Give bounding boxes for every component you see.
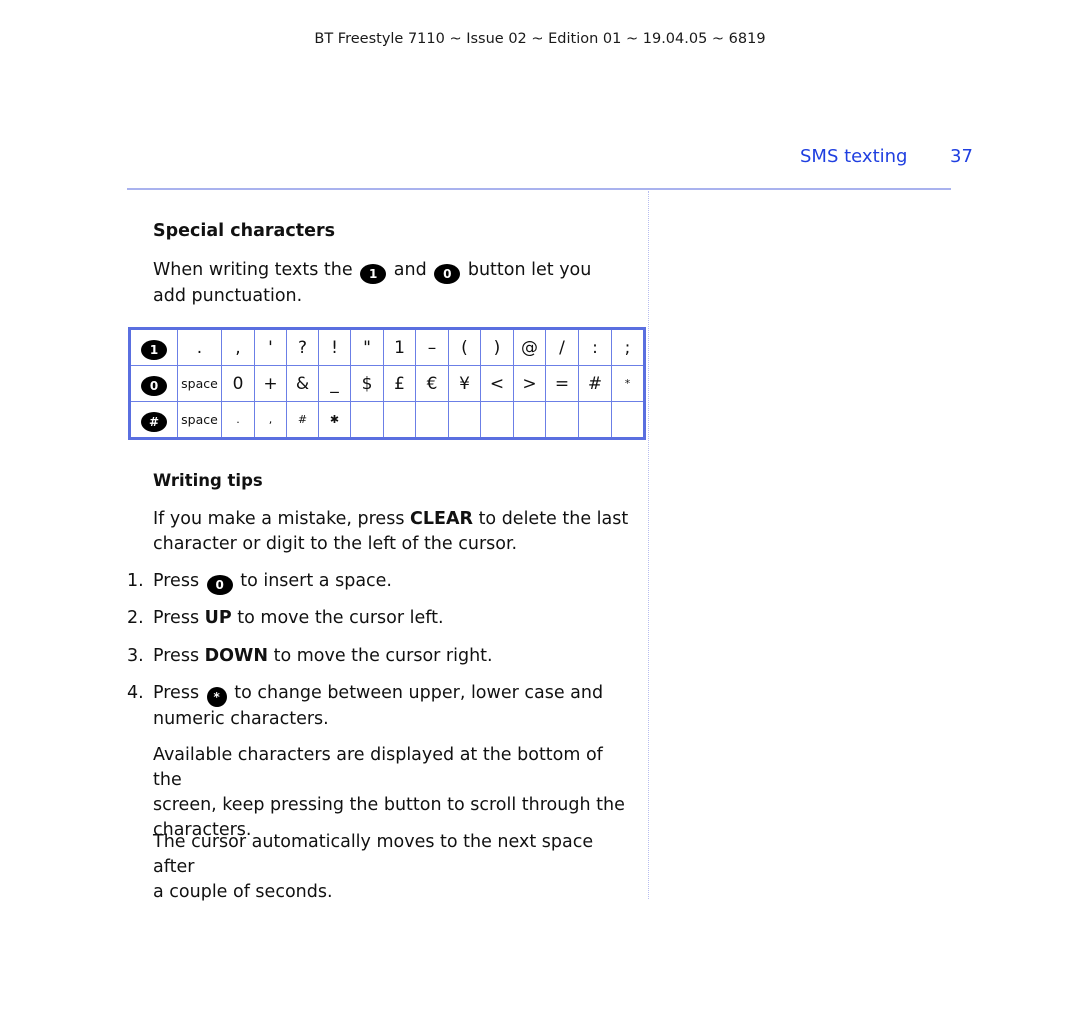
char-cell: +: [254, 365, 287, 402]
char-cell: 1: [383, 328, 416, 366]
char-cell: [480, 401, 514, 439]
intro-text: and: [393, 260, 427, 280]
special-characters-table: 1., '?! " 1–() @ /:; 0 space 0 + & _ $ £ € ¥ < > = # * # space…: [128, 327, 646, 440]
available-characters-paragraph: Available characters are displayed at th…: [153, 743, 633, 843]
tip-step: 2. Press UP to move the cursor left.: [127, 606, 444, 631]
char-cell: #: [578, 365, 612, 402]
char-cell: ,: [254, 401, 287, 439]
tip-step: 1. Press 0 to insert a space.: [127, 569, 392, 595]
char-cell: ): [480, 328, 514, 366]
char-cell: _: [318, 365, 351, 402]
text: to insert a space.: [240, 571, 392, 591]
char-cell: €: [415, 365, 449, 402]
char-cell: !: [318, 328, 351, 366]
tip-step: 3. Press DOWN to move the cursor right.: [127, 644, 493, 669]
char-table-row: # space., # ✱: [129, 401, 645, 439]
char-cell: [415, 401, 449, 439]
char-cell: ?: [286, 328, 319, 366]
intro-text: When writing texts the: [153, 260, 353, 280]
char-cell: space: [177, 401, 222, 439]
header-rule: [127, 188, 951, 190]
text: screen, keep pressing the button to scro…: [153, 795, 625, 815]
step-number: 2.: [127, 608, 144, 628]
key-cell: 0: [129, 365, 178, 402]
text: numeric characters.: [153, 709, 329, 729]
key-star-icon: *: [206, 687, 227, 707]
char-cell: @: [513, 328, 546, 366]
char-cell: ✱: [318, 401, 351, 439]
text: The cursor automatically moves to the ne…: [153, 832, 594, 877]
step-number: 3.: [127, 646, 144, 666]
key-cell: #: [129, 401, 178, 439]
text: Press: [153, 683, 200, 703]
key-0-icon: 0: [141, 375, 167, 396]
char-cell: .: [177, 328, 222, 366]
tip-step: 4. Press * to change between upper, lower…: [127, 681, 603, 732]
char-cell: [578, 401, 612, 439]
step-number: 1.: [127, 571, 144, 591]
char-cell: <: [480, 365, 514, 402]
key-1-icon: 1: [360, 264, 387, 284]
char-cell: ¥: [448, 365, 481, 402]
writing-tips-heading: Writing tips: [153, 471, 263, 490]
text: If you make a mistake, press: [153, 509, 405, 529]
char-cell: .: [221, 401, 255, 439]
char-table-row: 0 space 0 + & _ $ £ € ¥ < > = # *: [129, 365, 645, 402]
text: a couple of seconds.: [153, 882, 333, 902]
column-divider: [648, 191, 649, 899]
intro-text: button let you: [467, 260, 592, 280]
text: Press: [153, 571, 200, 591]
step-number: 4.: [127, 683, 144, 703]
char-cell: &: [286, 365, 319, 402]
char-cell: =: [545, 365, 579, 402]
char-cell: [350, 401, 384, 439]
char-cell: [545, 401, 579, 439]
char-cell: #: [286, 401, 319, 439]
char-cell: ,: [221, 328, 255, 366]
char-cell: [383, 401, 416, 439]
char-cell: ;: [611, 328, 645, 366]
char-cell: [448, 401, 481, 439]
char-cell: ': [254, 328, 287, 366]
cursor-paragraph: The cursor automatically moves to the ne…: [153, 830, 633, 905]
char-cell: /: [545, 328, 579, 366]
text: to delete the last: [478, 509, 629, 529]
char-table-row: 1., '?! " 1–() @ /:;: [129, 328, 645, 366]
key-0-icon: 0: [434, 264, 461, 284]
clear-key-label: CLEAR: [410, 509, 473, 529]
tips-paragraph: If you make a mistake, press CLEAR to de…: [153, 507, 633, 557]
key-label: UP: [204, 608, 232, 628]
intro-text: add punctuation.: [153, 286, 303, 306]
char-cell: space: [177, 365, 222, 402]
char-cell: –: [415, 328, 449, 366]
char-cell: ": [350, 328, 384, 366]
running-header: BT Freestyle 7110 ~ Issue 02 ~ Edition 0…: [314, 31, 766, 47]
char-cell: £: [383, 365, 416, 402]
char-cell: [611, 401, 645, 439]
text: character or digit to the left of the cu…: [153, 534, 518, 554]
char-cell: [513, 401, 546, 439]
char-cell: $: [350, 365, 384, 402]
char-cell: 0: [221, 365, 255, 402]
text: to move the cursor left.: [237, 608, 444, 628]
text: Available characters are displayed at th…: [153, 745, 603, 790]
text: Press: [153, 608, 200, 628]
char-cell: >: [513, 365, 546, 402]
page-number: 37: [950, 146, 973, 167]
text: to change between upper, lower case and: [234, 683, 604, 703]
text: to move the cursor right.: [273, 646, 493, 666]
key-0-icon: 0: [206, 575, 233, 595]
char-cell: :: [578, 328, 612, 366]
char-cell: *: [611, 365, 645, 402]
key-hash-icon: #: [141, 411, 167, 432]
text: Press: [153, 646, 200, 666]
key-label: DOWN: [204, 646, 268, 666]
special-characters-heading: Special characters: [153, 221, 336, 241]
key-1-icon: 1: [141, 339, 167, 360]
key-cell: 1: [129, 328, 178, 366]
char-cell: (: [448, 328, 481, 366]
section-title: SMS texting: [800, 146, 908, 167]
special-intro: When writing texts the 1 and 0 button le…: [153, 258, 633, 309]
